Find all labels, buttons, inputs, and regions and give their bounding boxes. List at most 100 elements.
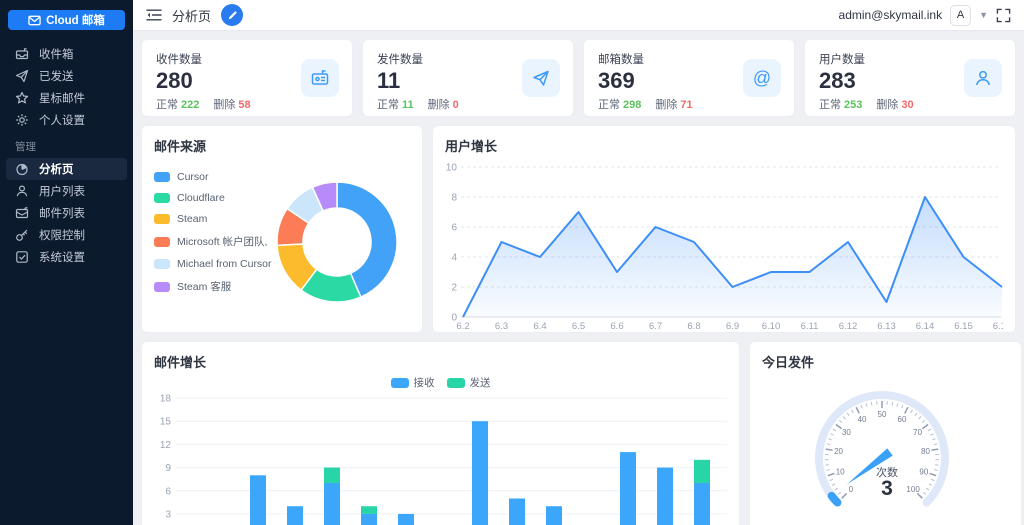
svg-text:12: 12	[160, 440, 172, 451]
gauge-chart: 0102030405060708090100次数3	[762, 371, 1009, 525]
stat-normal: 正常11	[377, 96, 414, 112]
svg-text:100: 100	[906, 485, 920, 494]
sidebar-item-sent[interactable]: 已发送	[0, 65, 133, 87]
svg-text:6: 6	[165, 486, 171, 497]
sidebar-item-system[interactable]: 系统设置	[0, 246, 133, 268]
stat-normal: 正常253	[819, 96, 862, 112]
system-settings-icon	[15, 250, 29, 264]
svg-text:15: 15	[160, 417, 172, 428]
svg-text:70: 70	[913, 428, 922, 437]
sidebar-item-settings[interactable]: 个人设置	[0, 109, 133, 131]
collapse-sidebar-icon[interactable]	[146, 8, 162, 22]
sidebar-item-label: 邮件列表	[39, 205, 85, 221]
postcard-icon	[301, 59, 339, 97]
stat-card-mailboxes: 邮箱数量 369 正常298 删除71 @	[583, 39, 795, 117]
panel-title: 邮件增长	[154, 352, 727, 371]
svg-text:9: 9	[165, 463, 171, 474]
stat-deleted: 删除58	[213, 96, 250, 112]
sidebar-item-mail-list[interactable]: 邮件列表	[0, 202, 133, 224]
sidebar-item-label: 用户列表	[39, 183, 85, 199]
sidebar-item-label: 星标邮件	[39, 90, 85, 106]
user-icon	[15, 184, 29, 198]
star-icon	[15, 91, 29, 105]
svg-text:3: 3	[165, 509, 171, 520]
sidebar-item-users[interactable]: 用户列表	[0, 180, 133, 202]
stat-deleted: 删除30	[876, 96, 913, 112]
stat-card-received: 收件数量 280 正常222 删除58	[141, 39, 353, 117]
donut-chart	[272, 177, 402, 307]
dashboard-content: 收件数量 280 正常222 删除58 发件数量 11 正常11 删除0	[133, 31, 1024, 525]
svg-text:6.15: 6.15	[954, 321, 973, 332]
svg-text:4: 4	[451, 253, 457, 264]
legend-item[interactable]: Steam	[154, 213, 272, 225]
line-chart: 02468106.26.36.46.56.66.76.86.96.106.116…	[445, 157, 1003, 337]
pie-legend: Cursor Cloudflare Steam Microsoft 帐户团队, …	[154, 161, 272, 307]
sidebar-section-label: 管理	[0, 131, 133, 158]
pie-chart-icon	[15, 162, 29, 176]
sidebar-item-analytics[interactable]: 分析页	[6, 158, 127, 180]
send-icon	[522, 59, 560, 97]
user-menu[interactable]: admin@skymail.ink A ▼	[839, 5, 1011, 26]
svg-text:0: 0	[849, 485, 854, 494]
at-icon: @	[743, 59, 781, 97]
sidebar-item-label: 分析页	[39, 161, 74, 177]
svg-text:10: 10	[836, 468, 845, 477]
svg-text:6.14: 6.14	[916, 321, 935, 332]
legend-item[interactable]: Steam 客服	[154, 279, 272, 294]
sidebar-item-inbox[interactable]: 收件箱	[0, 43, 133, 65]
stat-normal: 正常298	[598, 96, 641, 112]
edit-button[interactable]	[221, 4, 243, 26]
stats-row: 收件数量 280 正常222 删除58 发件数量 11 正常11 删除0	[141, 39, 1016, 117]
svg-text:6.11: 6.11	[801, 321, 819, 332]
svg-text:6.8: 6.8	[687, 321, 700, 332]
legend-item[interactable]: Cursor	[154, 171, 272, 183]
sidebar-item-label: 已发送	[39, 68, 74, 84]
svg-text:6.3: 6.3	[495, 321, 508, 332]
sidebar-item-label: 收件箱	[39, 46, 74, 62]
legend-item[interactable]: Microsoft 帐户团队,	[154, 234, 272, 249]
svg-text:60: 60	[898, 415, 907, 424]
svg-text:6.13: 6.13	[877, 321, 896, 332]
legend-item[interactable]: Cloudflare	[154, 192, 272, 204]
stat-card-users: 用户数量 283 正常253 删除30	[804, 39, 1016, 117]
mail-logo-icon	[28, 14, 41, 27]
sidebar-item-label: 系统设置	[39, 249, 85, 265]
sidebar-item-permissions[interactable]: 权限控制	[0, 224, 133, 246]
panel-title: 用户增长	[445, 136, 1003, 155]
sidebar-item-starred[interactable]: 星标邮件	[0, 87, 133, 109]
sidebar-item-label: 权限控制	[39, 227, 85, 243]
gear-icon	[15, 113, 29, 127]
svg-text:6.4: 6.4	[533, 321, 546, 332]
logo-button[interactable]: Cloud 邮箱	[8, 10, 125, 30]
header-bar: 分析页 admin@skymail.ink A ▼	[133, 0, 1024, 31]
avatar[interactable]: A	[950, 5, 971, 26]
mail-growth-panel: 邮件增长 接收 发送 18 15 12 9 6 3	[141, 341, 740, 525]
svg-text:20: 20	[834, 447, 843, 456]
svg-text:6.5: 6.5	[572, 321, 585, 332]
logo-text: Cloud 邮箱	[46, 12, 105, 28]
inbox-icon	[15, 47, 29, 61]
bar-legend: 接收 发送	[154, 375, 727, 390]
svg-text:50: 50	[878, 410, 887, 419]
svg-text:90: 90	[919, 468, 928, 477]
legend-item[interactable]: 接收	[391, 375, 435, 390]
stat-deleted: 删除71	[655, 96, 692, 112]
svg-text:80: 80	[921, 447, 930, 456]
pencil-icon	[227, 10, 238, 21]
svg-text:8: 8	[451, 193, 457, 204]
key-icon	[15, 228, 29, 242]
svg-text:6.7: 6.7	[649, 321, 662, 332]
svg-text:10: 10	[446, 163, 458, 174]
svg-text:30: 30	[842, 428, 851, 437]
svg-text:18: 18	[160, 394, 172, 405]
legend-item[interactable]: 发送	[447, 375, 491, 390]
mail-list-icon	[15, 206, 29, 220]
fullscreen-icon[interactable]	[996, 8, 1011, 23]
chevron-down-icon[interactable]: ▼	[979, 10, 988, 20]
svg-text:3: 3	[881, 477, 893, 500]
sidebar-item-label: 个人设置	[39, 112, 85, 128]
charts-row: 邮件来源 Cursor Cloudflare Steam Microsoft 帐…	[141, 125, 1016, 333]
legend-item[interactable]: Michael from Cursor	[154, 258, 272, 270]
svg-text:6: 6	[451, 223, 457, 234]
today-sent-panel: 今日发件 0102030405060708090100次数3	[749, 341, 1022, 525]
